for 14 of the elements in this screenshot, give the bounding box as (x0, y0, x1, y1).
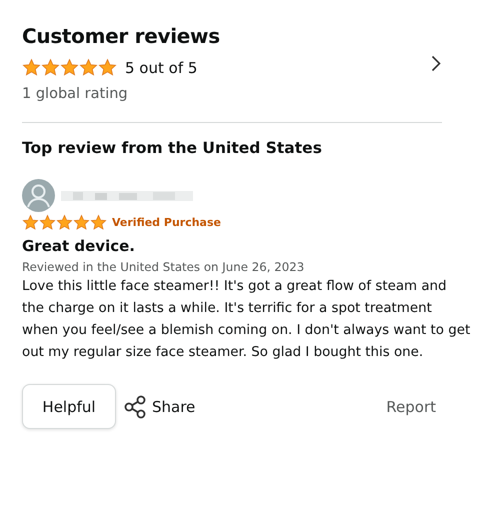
share-icon (124, 394, 146, 418)
section-title: Customer reviews (22, 24, 220, 48)
ratings-count: 1 global rating (22, 86, 129, 102)
chevron-right-icon[interactable] (431, 54, 441, 72)
helpful-button[interactable]: Helpful (22, 384, 116, 429)
report-link[interactable]: Report (386, 398, 436, 416)
review-date: Reviewed in the United States on June 26, 2023 (22, 260, 306, 274)
share-button[interactable]: Share (124, 394, 196, 418)
review-title: Great device. (22, 237, 136, 255)
section-heading: Top review from the United States (22, 139, 323, 157)
avatar-icon (22, 179, 55, 212)
verified-purchase-label: Verified Purchase (112, 216, 221, 229)
review-text: Love this little face steamer!! It's got a great flow of steam and the charge on it lasts a while. It's terrific for a spot treatment when you feel/see a blemish coming on. I don't always want to get out my regular size face steamer. So glad I bought this one. (22, 278, 472, 362)
rating-summary: 5 out of 5 (125, 58, 198, 76)
